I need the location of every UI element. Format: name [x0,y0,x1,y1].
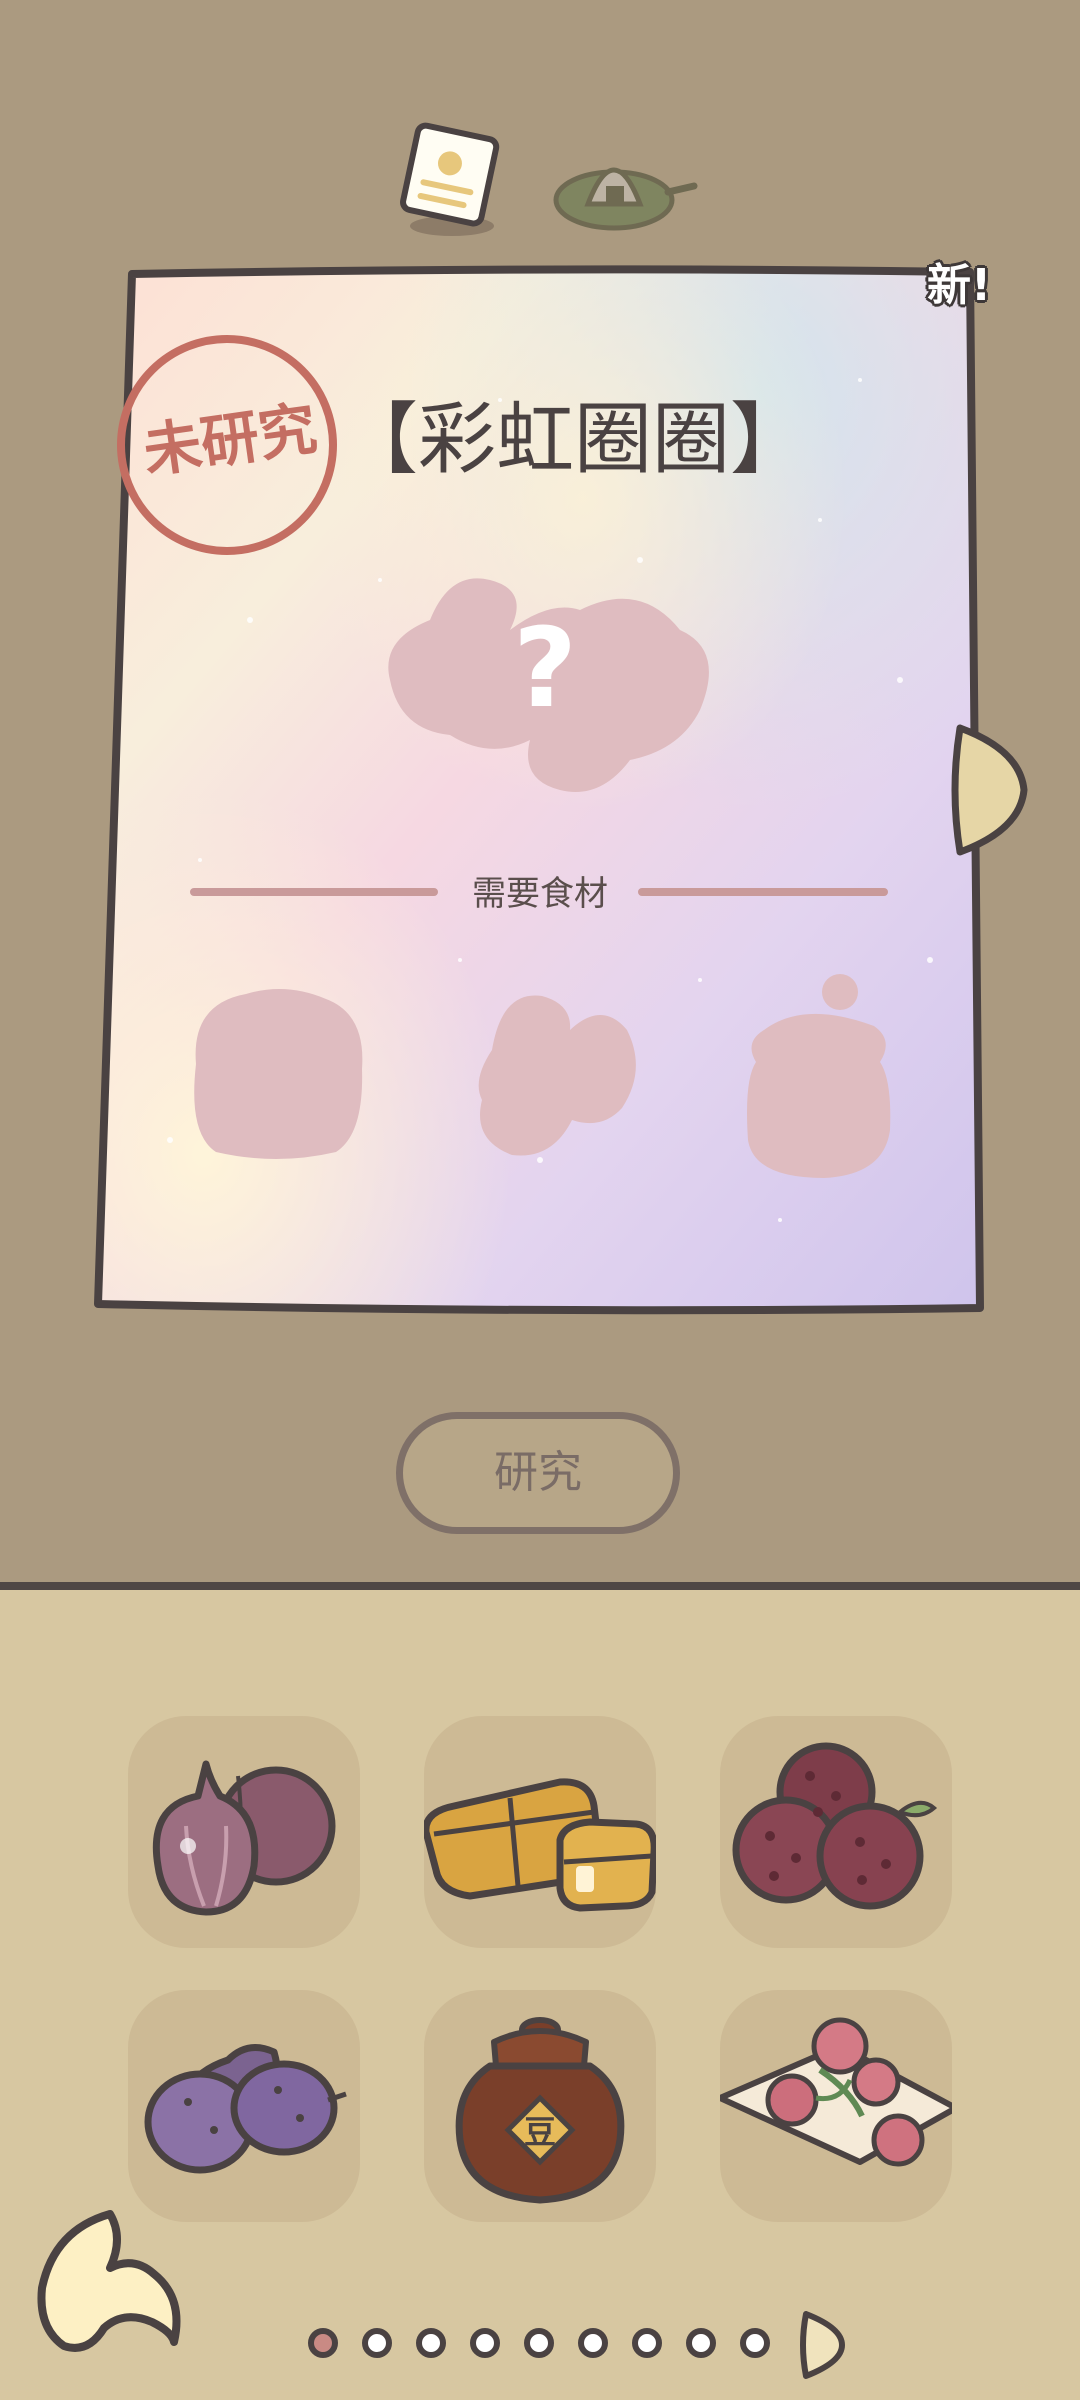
purple-sweet-potato-icon [144,2044,347,2174]
ingredient-slot-bayberry[interactable] [720,1716,952,1948]
page-dot-7[interactable] [632,2328,662,2358]
required-ingredient-1-silhouette [194,989,363,1159]
required-ingredient-2-silhouette [478,995,636,1156]
bayberry-icon [732,1742,938,1910]
research-button[interactable]: 研究 [396,1412,680,1534]
rose-petals-icon [720,2017,952,2167]
page-dot-3[interactable] [416,2328,446,2358]
page-dot-2[interactable] [362,2328,392,2358]
divider-right [638,888,888,896]
page-dot-6[interactable] [578,2328,608,2358]
ingredient-slot-rose-petals[interactable] [720,1990,952,2222]
ingredient-slot-bean-paste-jar[interactable]: 豆 [424,1990,656,2222]
unknown-dish-mark: ? [513,604,577,732]
page-dot-1[interactable] [308,2328,338,2358]
page-dot-9[interactable] [740,2328,770,2358]
svg-text:豆: 豆 [524,2113,556,2151]
ingredient-slot-red-onion[interactable] [128,1716,360,1948]
ingredients-label: 需要食材 [472,874,608,914]
page-dot-5[interactable] [524,2328,554,2358]
recipe-note-icon[interactable] [392,118,512,238]
page-dot-4[interactable] [470,2328,500,2358]
bean-paste-jar-icon: 豆 [455,2017,625,2204]
onigiri-plate-icon[interactable] [548,122,698,242]
required-ingredient-3-silhouette [747,974,891,1178]
next-recipe-arrow-icon[interactable] [950,720,1030,860]
back-button[interactable] [34,2208,184,2358]
new-badge: 新! [926,260,992,311]
page-dot-8[interactable] [686,2328,716,2358]
divider-left [190,888,438,896]
ingredient-slot-tofu-blocks[interactable] [424,1716,656,1948]
ingredient-slot-purple-sweet-potato[interactable] [128,1990,360,2222]
red-onion-icon [152,1760,336,1916]
recipe-title: 【彩虹圈圈】 [340,395,809,485]
next-page-arrow-icon[interactable] [798,2308,848,2382]
tofu-blocks-icon [424,1778,656,1912]
